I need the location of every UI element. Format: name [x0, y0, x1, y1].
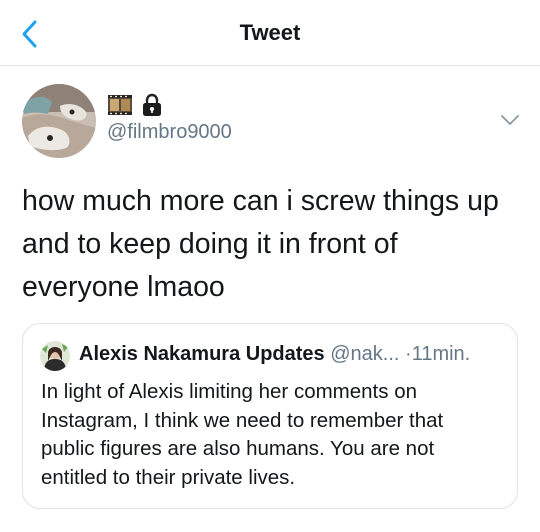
- more-options-button[interactable]: [498, 110, 522, 130]
- quoted-tweet-card[interactable]: Alexis Nakamura Updates @nak... ·11min. …: [22, 323, 518, 509]
- avatar-image: [22, 84, 96, 158]
- quoted-text-line: public figures are also humans. You are …: [41, 437, 435, 460]
- quoted-text-line: entitled to their private lives.: [41, 465, 296, 489]
- tweet-text-line: how much more can i screw things up: [22, 185, 499, 217]
- chevron-down-icon: [501, 115, 519, 125]
- tweet-text-line: and to keep doing it in front of: [22, 228, 398, 260]
- tweet-author-handle[interactable]: @filmbro9000: [107, 121, 232, 144]
- quoted-display-name: Alexis Nakamura Updates: [79, 343, 325, 365]
- lock-emoji: [141, 93, 163, 122]
- film-frames-emoji: [107, 94, 133, 121]
- quoted-avatar: [40, 341, 70, 371]
- top-bar: Tweet: [0, 0, 540, 66]
- quoted-text-line: Instagram, I think we need to remember t…: [41, 408, 444, 432]
- display-name[interactable]: [107, 93, 163, 122]
- quoted-header: Alexis Nakamura Updates @nak... ·11min.: [79, 343, 470, 366]
- quoted-timestamp: 11min.: [411, 343, 471, 365]
- quoted-separator: ·: [405, 343, 412, 365]
- quoted-body: In light of Alexis limiting her comments…: [41, 378, 511, 492]
- quoted-text-line: In light of Alexis limiting her comments…: [41, 380, 417, 403]
- avatar[interactable]: [22, 84, 96, 158]
- page-title: Tweet: [239, 20, 301, 45]
- tweet-text-line: everyone lmaoo: [22, 271, 225, 303]
- quoted-handle: @nak...: [330, 343, 400, 365]
- tweet-body: how much more can i screw things up and …: [22, 180, 522, 309]
